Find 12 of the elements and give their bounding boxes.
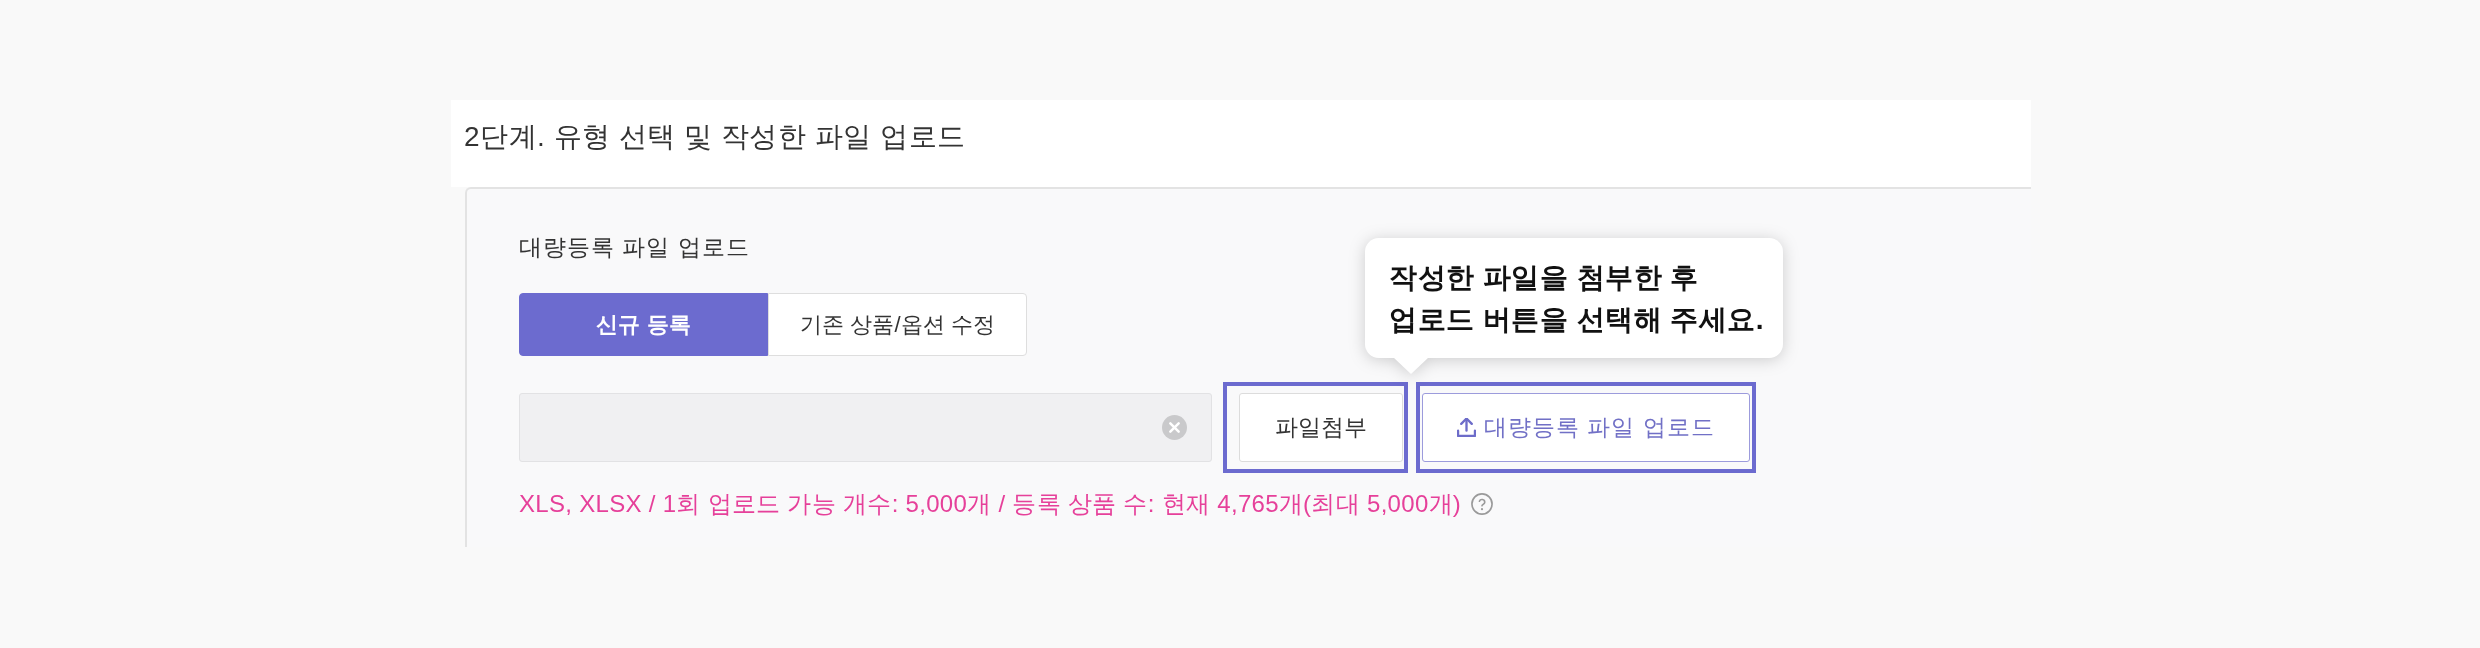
help-icon[interactable] [1471,493,1494,515]
file-input-field[interactable] [519,393,1212,462]
tooltip-text: 작성한 파일을 첨부한 후 업로드 버튼을 선택해 주세요. [1389,261,1766,337]
upload-label: 대량등록 파일 업로드 [519,233,750,261]
clear-icon[interactable] [1162,415,1187,440]
tab[interactable]: 신규 등록 [519,293,768,356]
tab[interactable]: 기존 상품/옵션 수정 [768,293,1027,356]
upload-limit-note: XLS, XLSX / 1회 업로드 가능 개수: 5,000개 / 등록 상품 수: 현재 4,765개(최대 5,000개) [519,490,1462,518]
upload-icon [1457,418,1477,437]
upload-button[interactable]: 대량등록 파일 업로드 [1422,393,1750,462]
section-title: 2단계. 유형 선택 및 작성한 파일 업로드 [464,120,966,154]
attach-file-button[interactable]: 파일첨부 [1239,393,1403,462]
